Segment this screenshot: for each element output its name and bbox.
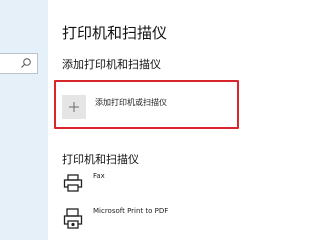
plus-icon [62,95,86,119]
search-icon[interactable] [20,57,32,69]
device-item-fax[interactable]: Fax [62,172,105,194]
settings-search-input[interactable] [0,53,38,74]
device-label-fax: Fax [93,172,105,180]
fax-printer-icon [63,174,83,192]
device-label-pdf: Microsoft Print to PDF [93,207,169,215]
add-printer-button[interactable]: 添加打印机或扫描仪 [62,89,236,125]
pdf-printer-icon [63,208,83,229]
add-section-heading: 添加打印机和扫描仪 [62,58,161,71]
devices-section-heading: 打印机和扫描仪 [62,153,139,166]
device-item-pdf[interactable]: Microsoft Print to PDF [62,207,168,229]
settings-sidebar [0,0,48,240]
page-title: 打印机和扫描仪 [62,24,168,42]
add-printer-label: 添加打印机或扫描仪 [95,98,167,107]
